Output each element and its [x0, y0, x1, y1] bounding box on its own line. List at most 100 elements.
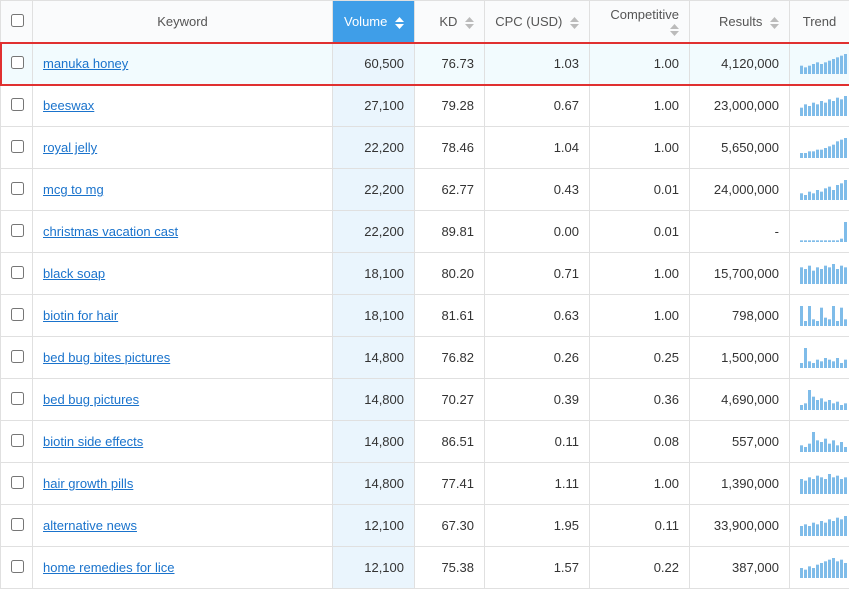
table-row: alternative news12,10067.301.950.1133,90… [1, 505, 849, 547]
row-checkbox[interactable] [11, 98, 24, 111]
keyword-link[interactable]: bed bug pictures [43, 392, 139, 407]
row-checkbox[interactable] [11, 560, 24, 573]
cell-volume: 14,800 [333, 463, 415, 505]
cell-results: 23,000,000 [690, 85, 790, 127]
keyword-link[interactable]: biotin for hair [43, 308, 118, 323]
cell-kd: 75.38 [415, 547, 485, 589]
cell-competitive: 0.11 [590, 505, 690, 547]
cell-trend [790, 379, 849, 421]
keyword-link[interactable]: christmas vacation cast [43, 224, 178, 239]
cell-keyword: home remedies for lice [33, 547, 333, 589]
cell-trend [790, 211, 849, 253]
trend-sparkline [800, 138, 848, 158]
keyword-link[interactable]: bed bug bites pictures [43, 350, 170, 365]
table-row: black soap18,10080.200.711.0015,700,000 [1, 253, 849, 295]
keyword-link[interactable]: black soap [43, 266, 105, 281]
row-checkbox[interactable] [11, 350, 24, 363]
keyword-link[interactable]: alternative news [43, 518, 137, 533]
cell-cpc: 1.95 [485, 505, 590, 547]
select-all-checkbox[interactable] [11, 14, 24, 27]
cell-kd: 70.27 [415, 379, 485, 421]
cell-trend [790, 43, 849, 85]
cell-cpc: 0.26 [485, 337, 590, 379]
header-cpc[interactable]: CPC (USD) [485, 1, 590, 43]
trend-sparkline [800, 474, 848, 494]
keyword-link[interactable]: manuka honey [43, 56, 128, 71]
row-checkbox-cell [1, 505, 33, 547]
cell-results: 1,500,000 [690, 337, 790, 379]
row-checkbox[interactable] [11, 518, 24, 531]
cell-results: 4,690,000 [690, 379, 790, 421]
cell-trend [790, 85, 849, 127]
trend-sparkline [800, 516, 848, 536]
cell-kd: 86.51 [415, 421, 485, 463]
cell-keyword: black soap [33, 253, 333, 295]
cell-trend [790, 505, 849, 547]
keyword-link[interactable]: mcg to mg [43, 182, 104, 197]
cell-competitive: 1.00 [590, 127, 690, 169]
cell-volume: 18,100 [333, 295, 415, 337]
row-checkbox[interactable] [11, 140, 24, 153]
table-row: beeswax27,10079.280.671.0023,000,000 [1, 85, 849, 127]
header-trend: Trend [790, 1, 849, 43]
sort-icon [570, 17, 579, 29]
header-trend-label: Trend [803, 14, 836, 29]
trend-sparkline [800, 54, 848, 74]
cell-volume: 27,100 [333, 85, 415, 127]
row-checkbox-cell [1, 547, 33, 589]
row-checkbox[interactable] [11, 392, 24, 405]
cell-competitive: 1.00 [590, 295, 690, 337]
row-checkbox-cell [1, 379, 33, 421]
cell-competitive: 0.01 [590, 211, 690, 253]
cell-volume: 18,100 [333, 253, 415, 295]
cell-trend [790, 253, 849, 295]
row-checkbox-cell [1, 127, 33, 169]
header-keyword[interactable]: Keyword [33, 1, 333, 43]
row-checkbox[interactable] [11, 182, 24, 195]
keyword-link[interactable]: royal jelly [43, 140, 97, 155]
header-results[interactable]: Results [690, 1, 790, 43]
header-kd[interactable]: KD [415, 1, 485, 43]
trend-sparkline [800, 432, 848, 452]
trend-sparkline [800, 222, 848, 242]
cell-kd: 78.46 [415, 127, 485, 169]
cell-keyword: biotin side effects [33, 421, 333, 463]
cell-competitive: 0.08 [590, 421, 690, 463]
cell-volume: 60,500 [333, 43, 415, 85]
keyword-table: Keyword Volume KD CPC (USD) [0, 0, 849, 589]
table-row: bed bug bites pictures14,80076.820.260.2… [1, 337, 849, 379]
cell-volume: 12,100 [333, 505, 415, 547]
row-checkbox-cell [1, 85, 33, 127]
cell-kd: 76.82 [415, 337, 485, 379]
cell-cpc: 0.43 [485, 169, 590, 211]
row-checkbox[interactable] [11, 266, 24, 279]
cell-cpc: 1.57 [485, 547, 590, 589]
row-checkbox-cell [1, 169, 33, 211]
cell-kd: 79.28 [415, 85, 485, 127]
cell-kd: 62.77 [415, 169, 485, 211]
row-checkbox-cell [1, 253, 33, 295]
row-checkbox[interactable] [11, 224, 24, 237]
keyword-link[interactable]: home remedies for lice [43, 560, 175, 575]
table-row: manuka honey60,50076.731.031.004,120,000 [1, 43, 849, 85]
header-competitive[interactable]: Competitive [590, 1, 690, 43]
cell-trend [790, 421, 849, 463]
row-checkbox[interactable] [11, 476, 24, 489]
cell-cpc: 1.11 [485, 463, 590, 505]
row-checkbox[interactable] [11, 434, 24, 447]
cell-competitive: 0.01 [590, 169, 690, 211]
header-checkbox-cell [1, 1, 33, 43]
sort-icon [465, 17, 474, 29]
trend-sparkline [800, 348, 848, 368]
cell-competitive: 1.00 [590, 85, 690, 127]
sort-icon [670, 24, 679, 36]
keyword-link[interactable]: beeswax [43, 98, 94, 113]
row-checkbox[interactable] [11, 308, 24, 321]
row-checkbox-cell [1, 421, 33, 463]
header-volume[interactable]: Volume [333, 1, 415, 43]
keyword-link[interactable]: biotin side effects [43, 434, 143, 449]
row-checkbox[interactable] [11, 56, 24, 69]
cell-competitive: 1.00 [590, 253, 690, 295]
table-row: biotin side effects14,80086.510.110.0855… [1, 421, 849, 463]
keyword-link[interactable]: hair growth pills [43, 476, 133, 491]
